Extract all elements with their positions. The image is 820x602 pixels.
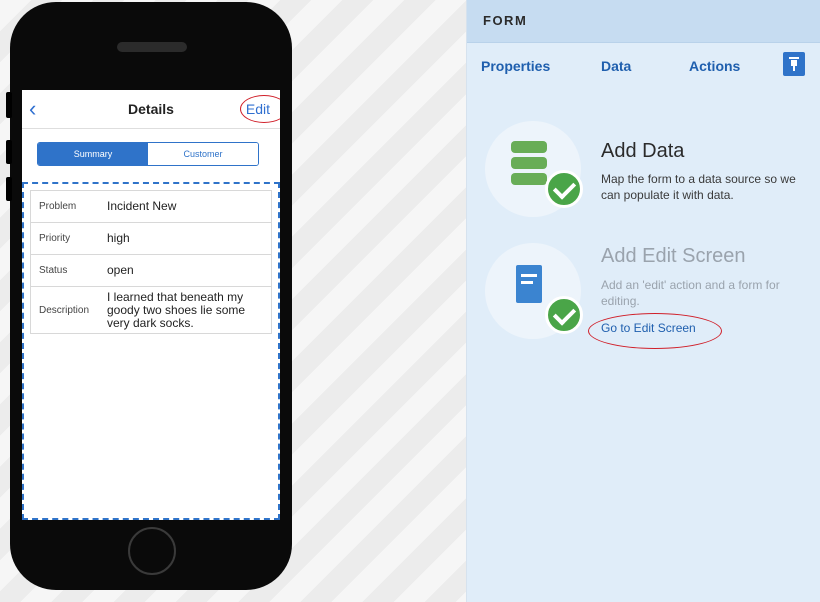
home-button xyxy=(128,527,176,575)
table-row[interactable]: Status open xyxy=(31,255,271,287)
segmented-control: Summary Customer xyxy=(37,142,259,166)
phone-frame: ‹ Details Edit Summary Customer Problem … xyxy=(6,2,292,590)
table-row[interactable]: Priority high xyxy=(31,223,271,255)
nav-bar: ‹ Details Edit xyxy=(22,90,280,129)
row-label: Status xyxy=(39,265,68,276)
row-label: Priority xyxy=(39,233,71,244)
form-selection-area[interactable]: Problem Incident New Priority high Statu… xyxy=(22,182,280,520)
pin-icon-part xyxy=(789,57,799,59)
row-value: high xyxy=(107,231,130,245)
phone-side-button xyxy=(6,140,12,164)
details-table: Problem Incident New Priority high Statu… xyxy=(30,190,272,334)
segment-summary[interactable]: Summary xyxy=(38,143,148,165)
row-label: Description xyxy=(39,304,90,316)
checkmark-icon xyxy=(545,170,583,208)
database-disk xyxy=(511,141,547,153)
step-title: Add Edit Screen xyxy=(601,245,746,267)
step-description: Add an 'edit' action and a form for edit… xyxy=(601,278,780,308)
database-icon xyxy=(511,141,547,191)
tab-actions[interactable]: Actions xyxy=(689,58,740,74)
step-title: Add Data xyxy=(601,140,685,162)
database-disk xyxy=(511,173,547,185)
pin-icon[interactable] xyxy=(783,52,805,76)
row-value: open xyxy=(107,263,134,277)
phone-side-button xyxy=(6,177,12,201)
panel-title: FORM xyxy=(483,13,528,28)
row-value: I learned that beneath my goody two shoe… xyxy=(107,289,246,330)
form-panel: FORM Properties Data Actions Add Data Ma… xyxy=(466,0,820,602)
table-row[interactable]: Description I learned that beneath my go… xyxy=(31,287,271,334)
document-icon xyxy=(516,265,542,303)
phone-screen: ‹ Details Edit Summary Customer Problem … xyxy=(22,90,280,520)
phone-side-button xyxy=(6,92,12,118)
pin-icon-part xyxy=(793,66,795,71)
database-disk xyxy=(511,157,547,169)
tab-data[interactable]: Data xyxy=(601,58,631,74)
checkmark-icon xyxy=(545,296,583,334)
tab-properties[interactable]: Properties xyxy=(481,58,550,74)
panel-tabs: Properties Data Actions xyxy=(467,58,820,78)
table-row[interactable]: Problem Incident New xyxy=(31,191,271,223)
highlight-circle xyxy=(240,95,280,123)
phone-speaker xyxy=(117,42,187,52)
segment-customer[interactable]: Customer xyxy=(148,143,258,165)
panel-header: FORM xyxy=(467,0,820,43)
highlight-circle xyxy=(588,313,722,349)
row-value: Incident New xyxy=(107,199,177,213)
row-label: Problem xyxy=(39,201,77,212)
step-description: Map the form to a data source so we can … xyxy=(601,172,796,202)
document-line xyxy=(521,274,537,277)
document-line xyxy=(521,281,533,284)
design-canvas: ‹ Details Edit Summary Customer Problem … xyxy=(0,0,466,602)
